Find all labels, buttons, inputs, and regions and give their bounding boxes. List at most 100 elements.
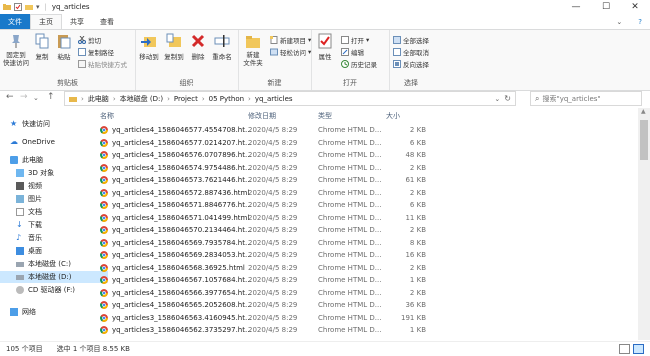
- file-row[interactable]: yq_articles3_1586046562.3735297.ht... 202…: [96, 324, 636, 337]
- nav-pictures[interactable]: 图片: [0, 193, 108, 205]
- cut-button[interactable]: 剪切: [78, 35, 101, 45]
- file-row[interactable]: yq_articles4_1586046571.8846776.ht... 202…: [96, 199, 636, 212]
- file-row[interactable]: yq_articles4_1586046574.9754486.ht... 202…: [96, 162, 636, 175]
- new-folder-icon[interactable]: [25, 3, 33, 11]
- file-row[interactable]: yq_articles4_1586046577.4554708.ht... 202…: [96, 124, 636, 137]
- chrome-html-icon: [100, 213, 108, 222]
- file-row[interactable]: yq_articles4_1586046565.2052608.ht... 202…: [96, 299, 636, 312]
- file-row[interactable]: yq_articles4_1586046566.3977654.ht... 202…: [96, 287, 636, 300]
- select-all-button[interactable]: 全部选择: [393, 35, 429, 45]
- copy-button[interactable]: 复制: [33, 33, 51, 61]
- copy-to-button[interactable]: 复制到: [163, 33, 185, 61]
- file-type: Chrome HTML D...: [318, 138, 382, 147]
- breadcrumb-yq-articles[interactable]: yq_articles: [255, 95, 293, 103]
- nav-drive-d[interactable]: 本地磁盘 (D:): [0, 271, 108, 283]
- properties-button[interactable]: 属性: [315, 33, 335, 61]
- nav-label: OneDrive: [22, 138, 55, 146]
- nav-onedrive[interactable]: ☁ OneDrive: [0, 136, 102, 148]
- nav-desktop[interactable]: 桌面: [0, 245, 108, 257]
- nav-documents[interactable]: 文档: [0, 206, 108, 218]
- search-box[interactable]: ⌕ 搜索"yq_articles": [530, 91, 642, 106]
- file-type: Chrome HTML D...: [318, 176, 382, 184]
- file-size: 2 KB: [409, 288, 426, 297]
- scroll-up-icon[interactable]: ▲: [641, 108, 646, 115]
- column-header-name[interactable]: 名称: [100, 111, 114, 121]
- paste-button[interactable]: 粘贴: [55, 33, 73, 61]
- nav-this-pc[interactable]: 此电脑: [0, 154, 102, 166]
- ribbon-collapse-button[interactable]: ⌄: [608, 14, 630, 29]
- breadcrumb-project[interactable]: Project: [174, 95, 198, 103]
- nav-label: 此电脑: [22, 156, 43, 164]
- maximize-button[interactable]: ☐: [591, 0, 621, 14]
- file-row[interactable]: yq_articles4_1586046571.041499.html 2020/…: [96, 212, 636, 225]
- file-row[interactable]: yq_articles4_1586046569.2834053.ht... 202…: [96, 249, 636, 262]
- file-row[interactable]: yq_articles4_1586046573.7621446.ht... 202…: [96, 174, 636, 187]
- tabs-spacer: [122, 14, 608, 29]
- nav-3d-objects[interactable]: 3D 对象: [0, 167, 108, 179]
- nav-music[interactable]: ♪ 音乐: [0, 232, 108, 244]
- rename-button[interactable]: 重命名: [210, 33, 234, 61]
- chrome-html-icon: [100, 288, 108, 297]
- back-arrow-icon[interactable]: ←: [6, 92, 14, 102]
- nav-downloads[interactable]: ↓ 下载: [0, 219, 108, 231]
- file-row[interactable]: yq_articles4_1586046568.36925.html 2020/4…: [96, 262, 636, 275]
- vertical-scrollbar[interactable]: ▲: [638, 108, 650, 340]
- up-arrow-icon[interactable]: ↑: [47, 92, 55, 102]
- tab-file[interactable]: 文件: [0, 14, 30, 29]
- open-dropdown-icon: ▾: [366, 36, 370, 44]
- delete-button[interactable]: 删除: [190, 33, 206, 61]
- file-row[interactable]: yq_articles3_1586046563.4160945.ht... 202…: [96, 312, 636, 325]
- properties-icon[interactable]: [14, 3, 22, 11]
- scrollbar-thumb[interactable]: [640, 120, 648, 160]
- nav-videos[interactable]: 视频: [0, 180, 108, 192]
- refresh-icon[interactable]: ↻: [504, 94, 511, 103]
- file-row[interactable]: yq_articles4_1586046567.1057684.ht... 202…: [96, 274, 636, 287]
- address-bar[interactable]: › 此电脑 › 本地磁盘 (D:) › Project › 05 Python …: [64, 91, 516, 106]
- new-folder-button[interactable]: 新建 文件夹: [240, 33, 266, 67]
- file-row[interactable]: yq_articles4_1586046576.0707896.ht... 202…: [96, 149, 636, 162]
- tab-home[interactable]: 主页: [30, 14, 62, 29]
- new-item-button[interactable]: 新建项目 ▾: [270, 35, 311, 45]
- breadcrumb-this-pc[interactable]: 此电脑: [88, 94, 109, 104]
- open-button[interactable]: 打开 ▾: [341, 35, 369, 45]
- breadcrumb-05-python[interactable]: 05 Python: [209, 95, 244, 103]
- copy-path-button[interactable]: 复制路径: [78, 47, 114, 57]
- file-row[interactable]: yq_articles4_1586046569.7935784.ht... 202…: [96, 237, 636, 250]
- quick-access-toolbar: ▾ | yq_articles: [3, 2, 90, 12]
- forward-arrow-icon[interactable]: →: [20, 92, 28, 102]
- tab-view[interactable]: 查看: [92, 14, 122, 29]
- large-icons-view-icon[interactable]: [633, 344, 644, 354]
- tab-share[interactable]: 共享: [62, 14, 92, 29]
- help-icon[interactable]: ?: [630, 14, 650, 29]
- quick-access-dropdown[interactable]: ▾: [36, 3, 40, 11]
- column-header-type[interactable]: 类型: [318, 111, 332, 121]
- nav-quick-access[interactable]: ★ 快速访问: [0, 118, 102, 130]
- invert-selection-button[interactable]: 反向选择: [393, 59, 429, 69]
- breadcrumb-drive-d[interactable]: 本地磁盘 (D:): [120, 94, 163, 104]
- address-dropdown-icon[interactable]: ⌄: [494, 95, 500, 103]
- file-name: yq_articles4_1586046571.041499.html: [112, 213, 250, 222]
- history-button[interactable]: 历史记录: [341, 59, 377, 69]
- file-name: yq_articles3_1586046562.3735297.ht...: [112, 326, 252, 334]
- select-none-button[interactable]: 全部取消: [393, 47, 429, 57]
- minimize-button[interactable]: —: [561, 0, 591, 14]
- column-header-date[interactable]: 修改日期: [248, 111, 276, 121]
- close-button[interactable]: ✕: [620, 0, 650, 14]
- file-row[interactable]: yq_articles4_1586046572.887436.html 2020/…: [96, 187, 636, 200]
- file-size: 8 KB: [409, 238, 426, 247]
- column-header-size[interactable]: 大小: [386, 111, 400, 121]
- file-row[interactable]: yq_articles4_1586046577.0214207.ht... 202…: [96, 137, 636, 150]
- nav-cd-drive[interactable]: CD 驱动器 (F:): [0, 284, 108, 296]
- recent-locations-chevron-icon[interactable]: ⌄: [33, 94, 39, 102]
- edit-button[interactable]: 编辑: [341, 47, 364, 57]
- file-row[interactable]: yq_articles4_1586046570.2134464.ht... 202…: [96, 224, 636, 237]
- details-view-icon[interactable]: [619, 344, 630, 354]
- nav-drive-c[interactable]: 本地磁盘 (C:): [0, 258, 108, 270]
- file-name: yq_articles4_1586046572.887436.html: [112, 188, 250, 197]
- easy-access-button[interactable]: 轻松访问 ▾: [270, 47, 311, 57]
- pin-quick-access-button[interactable]: 固定到 快速访问: [2, 33, 30, 67]
- paste-shortcut-button[interactable]: 粘贴快捷方式: [78, 59, 127, 69]
- nav-network[interactable]: 网络: [0, 306, 102, 318]
- chrome-html-icon: [100, 151, 108, 159]
- move-to-button[interactable]: 移动到: [138, 33, 160, 61]
